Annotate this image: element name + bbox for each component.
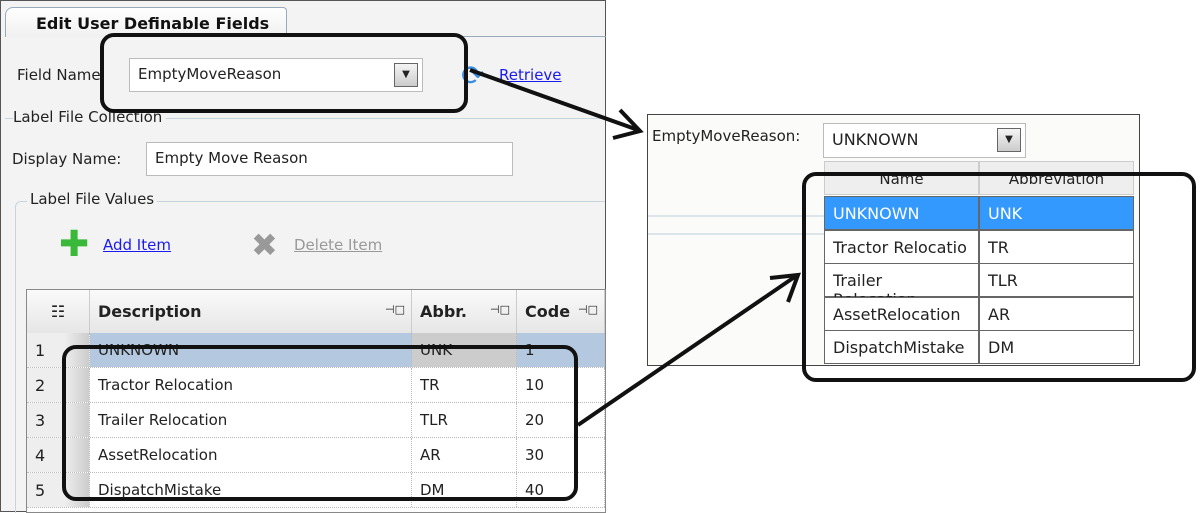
callout-arrows (469, 68, 801, 427)
arrow-line (576, 274, 798, 427)
arrow-line (469, 68, 639, 132)
